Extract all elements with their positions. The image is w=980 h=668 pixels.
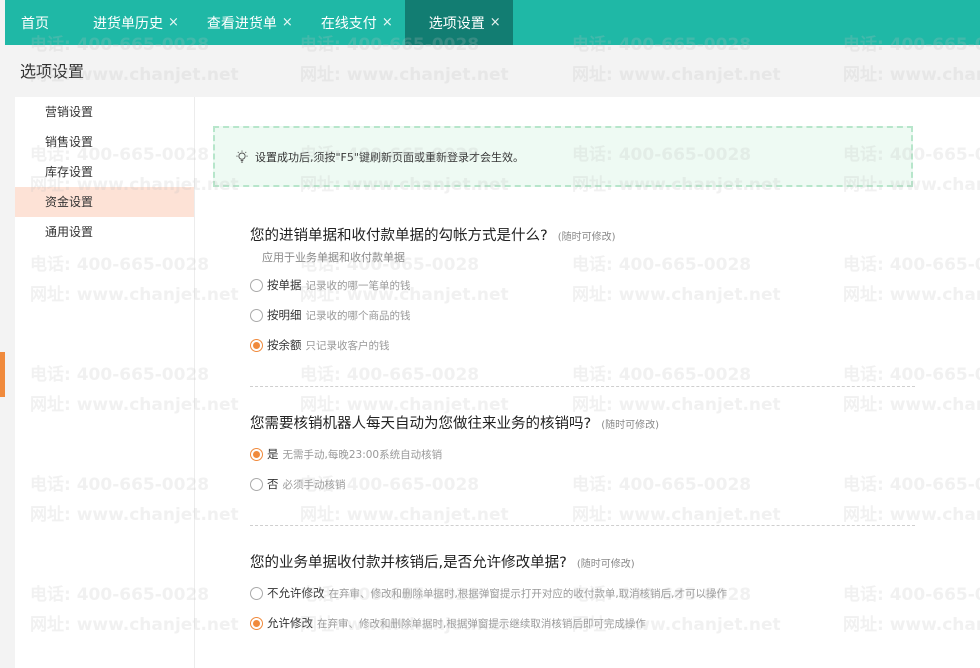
radio-auto-yes[interactable]: 是 无需手动,每晚23:00系统自动核销	[250, 446, 442, 462]
tab-options-settings[interactable]: 选项设置 ×	[404, 0, 513, 45]
watermark-site: 网址: www.chanjet.net	[843, 65, 980, 85]
sidebar-item-inventory[interactable]: 库存设置	[15, 157, 194, 187]
tab-label: 进货单历史	[93, 15, 163, 32]
sidebar-item-marketing[interactable]: 营销设置	[15, 97, 194, 127]
notice-text: 设置成功后,须按"F5"键刷新页面或重新登录才会生效。	[255, 150, 524, 164]
tab-purchase-history[interactable]: 进货单历史 ×	[77, 0, 191, 45]
tab-view-purchase-order[interactable]: 查看进货单 ×	[191, 0, 305, 45]
section-matching-method: 您的进销单据和收付款单据的勾帐方式是什么? (随时可修改) 应用于业务单据和收付款…	[250, 224, 616, 265]
radio-by-document[interactable]: 按单据 记录收的哪一笔单的钱	[250, 277, 411, 293]
question-subtitle: 应用于业务单据和收付款单据	[262, 251, 405, 264]
option-desc: 记录收的哪个商品的钱	[305, 309, 411, 322]
divider	[250, 525, 915, 526]
close-icon[interactable]: ×	[168, 15, 179, 30]
watermark-site: 网址: www.chanjet.net	[572, 65, 781, 85]
radio-disallow-modify[interactable]: 不允许修改 在弃审、修改和删除单据时,根据弹窗提示打开对应的收付款单,取消核销后…	[250, 585, 727, 601]
watermark-site: 网址: www.chanjet.net	[300, 65, 509, 85]
radio-by-balance[interactable]: 按余额 只记录收客户的钱	[250, 337, 390, 353]
close-icon[interactable]: ×	[490, 15, 501, 30]
hint-text: (随时可修改)	[576, 559, 635, 570]
tab-label: 查看进货单	[206, 15, 277, 32]
close-icon[interactable]: ×	[382, 15, 393, 30]
option-desc: 在弃审、修改和删除单据时,根据弹窗提示继续取消核销后即可完成操作	[317, 617, 646, 630]
radio-circle[interactable]	[250, 447, 263, 461]
question-title: 您的进销单据和收付款单据的勾帐方式是什么? (随时可修改)	[250, 228, 616, 244]
settings-panel: 设置成功后,须按"F5"键刷新页面或重新登录才会生效。 您的进销单据和收付款单据…	[195, 97, 980, 668]
radio-circle[interactable]	[250, 338, 263, 352]
radio-by-detail[interactable]: 按明细 记录收的哪个商品的钱	[250, 307, 411, 323]
option-label: 否	[267, 477, 279, 491]
radio-auto-no[interactable]: 否 必须手动核销	[250, 476, 346, 492]
tab-label: 选项设置	[428, 15, 485, 32]
option-label: 不允许修改	[267, 586, 325, 600]
option-desc: 必须手动核销	[282, 478, 346, 491]
collapse-handle[interactable]	[0, 352, 5, 397]
tab-bar: 首页 进货单历史 × 查看进货单 × 在线支付 × 选项设置 ×	[5, 0, 980, 45]
hint-text: (随时可修改)	[601, 420, 660, 431]
lightbulb-icon	[236, 149, 248, 163]
option-desc: 无需手动,每晚23:00系统自动核销	[282, 448, 443, 461]
option-label: 允许修改	[267, 616, 313, 630]
question-title: 您的业务单据收付款并核销后,是否允许修改单据? (随时可修改)	[250, 555, 635, 571]
option-label: 按余额	[267, 338, 302, 352]
radio-allow-modify[interactable]: 允许修改 在弃审、修改和删除单据时,根据弹窗提示继续取消核销后即可完成操作	[250, 615, 646, 631]
section-auto-writeoff: 您需要核销机器人每天自动为您做往来业务的核销吗? (随时可修改)	[250, 412, 659, 433]
radio-circle[interactable]	[250, 308, 263, 322]
option-label: 按明细	[267, 308, 302, 322]
radio-circle[interactable]	[250, 586, 263, 600]
radio-circle[interactable]	[250, 477, 263, 491]
hint-text: (随时可修改)	[557, 232, 616, 243]
tab-home[interactable]: 首页	[5, 0, 77, 45]
radio-circle[interactable]	[250, 616, 263, 630]
section-allow-modify: 您的业务单据收付款并核销后,是否允许修改单据? (随时可修改)	[250, 551, 635, 572]
option-desc: 只记录收客户的钱	[305, 339, 390, 352]
sidebar-item-general[interactable]: 通用设置	[15, 217, 194, 247]
settings-sidenav: 营销设置 销售设置 库存设置 资金设置 通用设置	[15, 97, 195, 668]
close-icon[interactable]: ×	[282, 15, 293, 30]
option-desc: 在弃审、修改和删除单据时,根据弹窗提示打开对应的收付款单,取消核销后,才可以操作	[328, 587, 728, 600]
page-title: 选项设置	[20, 62, 85, 81]
radio-circle[interactable]	[250, 278, 263, 292]
sidebar-item-funds[interactable]: 资金设置	[15, 187, 194, 217]
option-label: 按单据	[267, 278, 302, 292]
tab-label: 首页	[21, 15, 49, 32]
tab-online-payment[interactable]: 在线支付 ×	[305, 0, 405, 45]
question-title: 您需要核销机器人每天自动为您做往来业务的核销吗? (随时可修改)	[250, 416, 660, 432]
option-desc: 记录收的哪一笔单的钱	[305, 279, 411, 292]
sidebar-item-sales[interactable]: 销售设置	[15, 127, 194, 157]
option-label: 是	[267, 447, 279, 461]
notice-banner: 设置成功后,须按"F5"键刷新页面或重新登录才会生效。	[213, 126, 913, 187]
tab-label: 在线支付	[320, 15, 377, 32]
divider	[250, 386, 915, 387]
